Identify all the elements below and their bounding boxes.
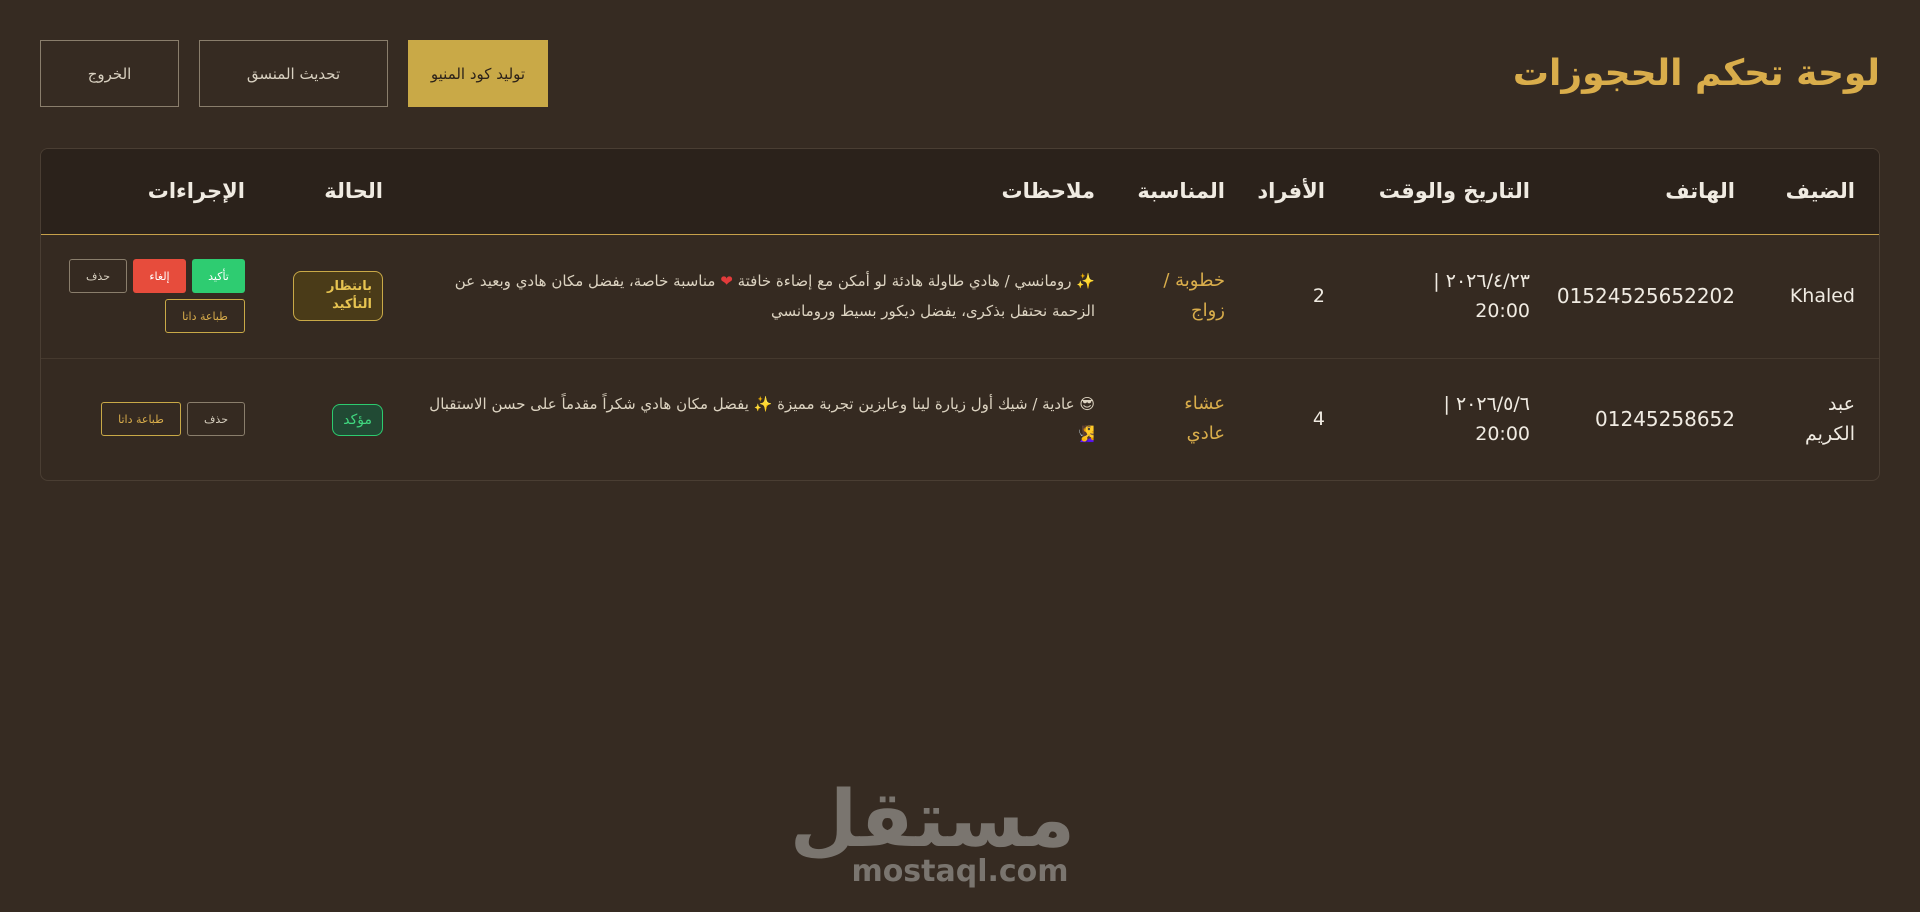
table-row: عبد الكريم 01245258652 ٢٠٢٦/٥/٦ | 20:00 … [41, 358, 1879, 480]
actions-cell: حذف طباعة داتا [41, 358, 269, 480]
people-count: 2 [1312, 285, 1325, 307]
guest-phone: 01245258652 [1595, 407, 1735, 432]
heart-icon: ❤ [720, 272, 733, 290]
notes: ✨ رومانسي / هادي طاولة هادئة لو أمكن مع … [407, 234, 1119, 358]
refresh-coordinator-button[interactable]: تحديث المنسق [199, 40, 388, 107]
status-badge: مؤكد [332, 403, 383, 436]
delete-button[interactable]: حذف [69, 259, 127, 293]
reservations-table-card: الضيف الهاتف التاريخ والوقت الأفراد المن… [40, 148, 1880, 481]
col-datetime: التاريخ والوقت [1378, 179, 1530, 204]
reservations-table: الضيف الهاتف التاريخ والوقت الأفراد المن… [41, 149, 1879, 480]
col-phone: الهاتف [1665, 179, 1735, 204]
page-title: لوحة تحكم الحجوزات [1512, 53, 1880, 94]
header-bar: لوحة تحكم الحجوزات توليد كود المنيو تحدي… [40, 40, 1880, 107]
table-header-row: الضيف الهاتف التاريخ والوقت الأفراد المن… [41, 149, 1879, 234]
col-occasion: المناسبة [1137, 179, 1225, 204]
guest-name: Khaled [1789, 285, 1855, 307]
print-data-button[interactable]: طباعة داتا [101, 402, 181, 437]
reservation-date: ٢٠٢٦/٥/٦ | [1443, 393, 1531, 416]
occasion: عشاء عادي [1184, 393, 1225, 445]
watermark-arabic: مستقل [789, 775, 1075, 865]
col-status: الحالة [324, 179, 383, 204]
cancel-button[interactable]: إلغاء [133, 259, 186, 293]
mostaql-watermark: مستقل mostaql.com [789, 775, 1075, 889]
reservation-date: ٢٠٢٦/٤/٢٣ | [1433, 270, 1530, 292]
print-data-button[interactable]: طباعة داتا [165, 299, 245, 333]
row-actions: حذف طباعة داتا [65, 402, 245, 437]
confirm-button[interactable]: تأكيد [192, 259, 245, 293]
table-row: Khaled 01524525652202 ٢٠٢٦/٤/٢٣ | 20:00 … [41, 234, 1879, 358]
notes: 😎 عادية / شيك أول زيارة لينا وعايزين تجر… [429, 395, 1095, 444]
guest-name: عبد الكريم [1805, 393, 1855, 446]
header-actions: توليد كود المنيو تحديث المنسق الخروج [40, 40, 548, 107]
reservation-datetime: ٢٠٢٦/٥/٦ | 20:00 [1349, 358, 1554, 480]
status-cell: بانتظار التأكيد [269, 234, 407, 358]
reservation-time: 20:00 [1475, 423, 1530, 446]
col-notes: ملاحظات [1001, 179, 1095, 204]
logout-button[interactable]: الخروج [40, 40, 179, 107]
generate-menu-code-button[interactable]: توليد كود المنيو [408, 40, 548, 107]
watermark-latin: mostaql.com [851, 854, 1069, 889]
people-count: 4 [1312, 408, 1325, 431]
row-actions: تأكيد إلغاء حذف طباعة داتا [65, 259, 245, 333]
col-guest: الضيف [1785, 179, 1855, 204]
occasion: خطوبة / زواج [1163, 270, 1225, 321]
actions-cell: تأكيد إلغاء حذف طباعة داتا [41, 234, 269, 358]
reservation-time: 20:00 [1475, 300, 1530, 322]
col-people: الأفراد [1257, 179, 1325, 204]
reservation-datetime: ٢٠٢٦/٤/٢٣ | 20:00 [1349, 234, 1554, 358]
dashboard-page: لوحة تحكم الحجوزات توليد كود المنيو تحدي… [0, 0, 1920, 912]
col-actions: الإجراءات [147, 179, 245, 204]
delete-button[interactable]: حذف [187, 402, 245, 437]
notes-part-1: ✨ رومانسي / هادي طاولة هادئة لو أمكن مع … [737, 272, 1095, 290]
status-badge: بانتظار التأكيد [293, 271, 383, 321]
status-cell: مؤكد [269, 358, 407, 480]
guest-phone: 01524525652202 [1556, 284, 1735, 308]
